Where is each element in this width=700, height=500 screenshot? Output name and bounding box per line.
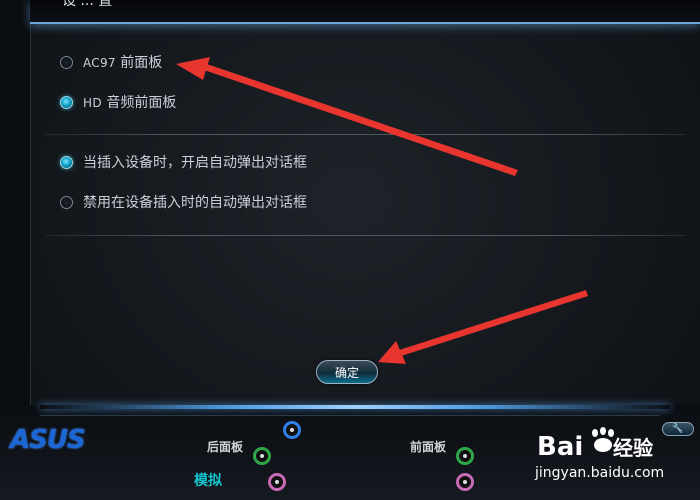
asus-logo: ASUS (10, 425, 86, 455)
watermark-url: jingyan.baidu.com (535, 465, 665, 481)
svg-text:经验: 经验 (613, 436, 653, 460)
rear-panel-label: 后面板 (207, 440, 244, 454)
analog-label: 模拟 (194, 473, 222, 489)
front-panel-label: 前面板 (410, 440, 447, 454)
bottom-glow-line (40, 405, 670, 409)
wrench-icon[interactable]: 🔧 (662, 422, 694, 436)
bottom-divider (40, 415, 660, 416)
pink-jack-icon[interactable] (268, 473, 286, 491)
baidu-jingyan-watermark: Bai 经验 jingyan.baidu.com (535, 425, 665, 491)
arrow-to-ok-button (378, 290, 588, 364)
svg-text:Bai: Bai (537, 432, 583, 462)
arrow-to-ac97 (176, 57, 518, 176)
green-jack-icon[interactable] (253, 447, 271, 465)
front-pink-jack-icon[interactable] (456, 473, 474, 491)
blue-jack-icon[interactable] (283, 421, 301, 439)
front-green-jack-icon[interactable] (456, 447, 474, 465)
